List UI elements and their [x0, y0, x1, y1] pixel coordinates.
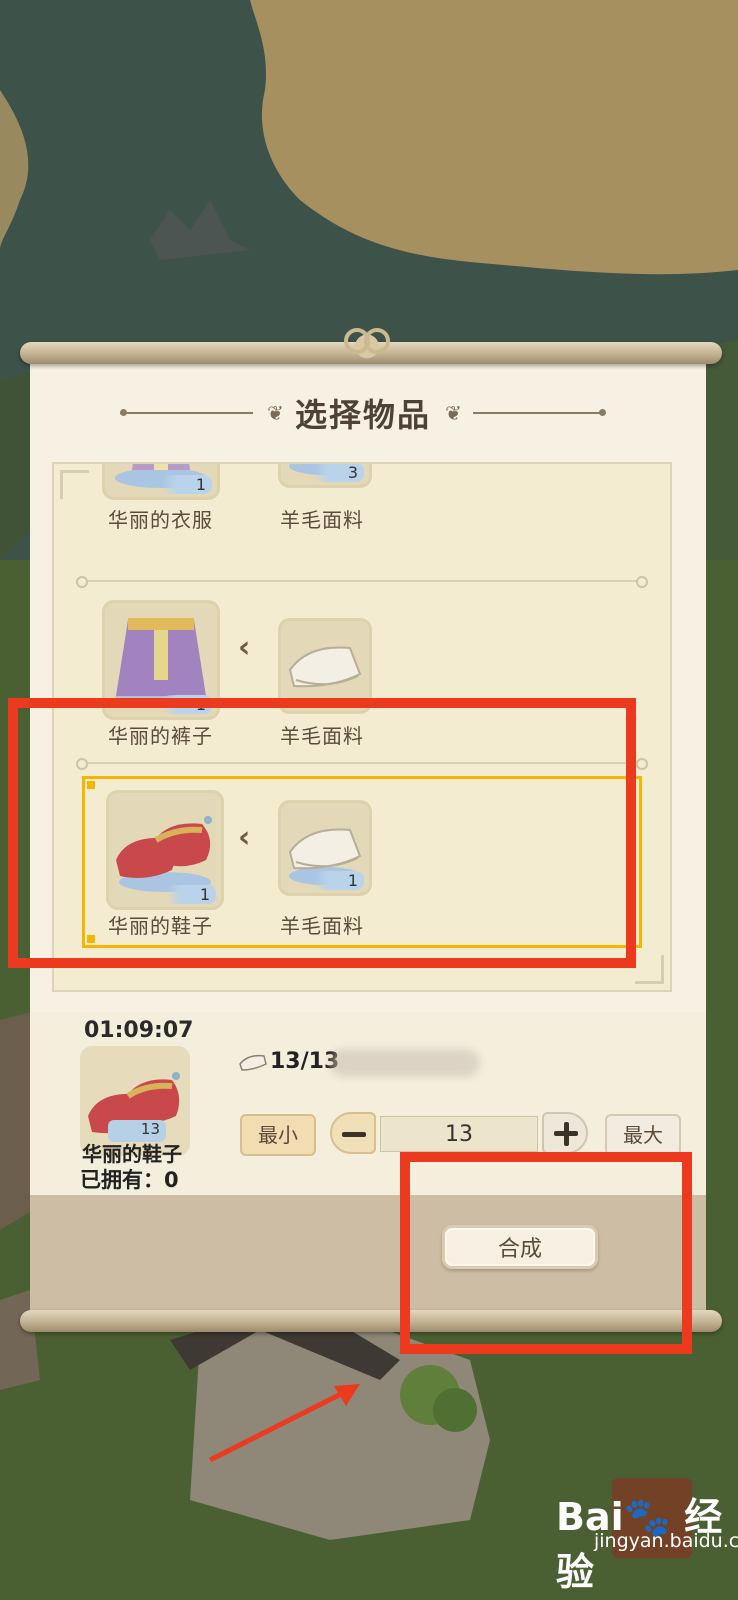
dialog-title: 选择物品: [295, 396, 432, 434]
title-divider-left: [120, 409, 253, 416]
title-divider-right: [473, 409, 607, 416]
result-slot[interactable]: 1: [102, 464, 220, 500]
selected-item-name: 华丽的鞋子: [82, 1142, 182, 1166]
result-count: 1: [161, 475, 212, 494]
owned-count: 已拥有：0: [80, 1168, 179, 1192]
row-divider: [76, 576, 648, 588]
material-slot[interactable]: 3: [278, 464, 372, 488]
material-name: 羊毛面料: [280, 508, 364, 532]
chevron-left-icon: ‹: [238, 630, 251, 665]
list-corner-ornament: [635, 955, 664, 984]
wool-fabric-small-icon: [239, 1054, 267, 1071]
craft-timer: 01:09:07: [84, 1018, 194, 1043]
annotation-box-recipe: [8, 698, 636, 968]
scroll-knot-ornament: [344, 326, 390, 360]
blurred-material-label: [330, 1049, 480, 1077]
max-quantity-button[interactable]: 最大: [605, 1114, 681, 1156]
recipe-row-clothes[interactable]: 1 ‹ 3 华丽的衣服 羊毛面料: [54, 464, 670, 532]
min-quantity-button[interactable]: 最小: [240, 1114, 316, 1156]
result-name: 华丽的衣服: [108, 508, 213, 532]
dialog-header: ❦ 选择物品 ❦: [120, 390, 607, 436]
annotation-arrow-icon: [208, 1384, 360, 1463]
material-count: 3: [313, 464, 364, 482]
watermark-url: jingyan.baidu.com: [594, 1530, 738, 1552]
material-progress: 13/13: [270, 1049, 340, 1074]
decrease-quantity-button[interactable]: [330, 1112, 376, 1154]
quantity-field[interactable]: 13: [380, 1116, 538, 1152]
increase-quantity-button[interactable]: [542, 1112, 588, 1154]
flourish-icon: ❦: [445, 401, 462, 425]
annotation-box-craft: [400, 1152, 692, 1354]
flourish-icon: ❦: [267, 401, 284, 425]
